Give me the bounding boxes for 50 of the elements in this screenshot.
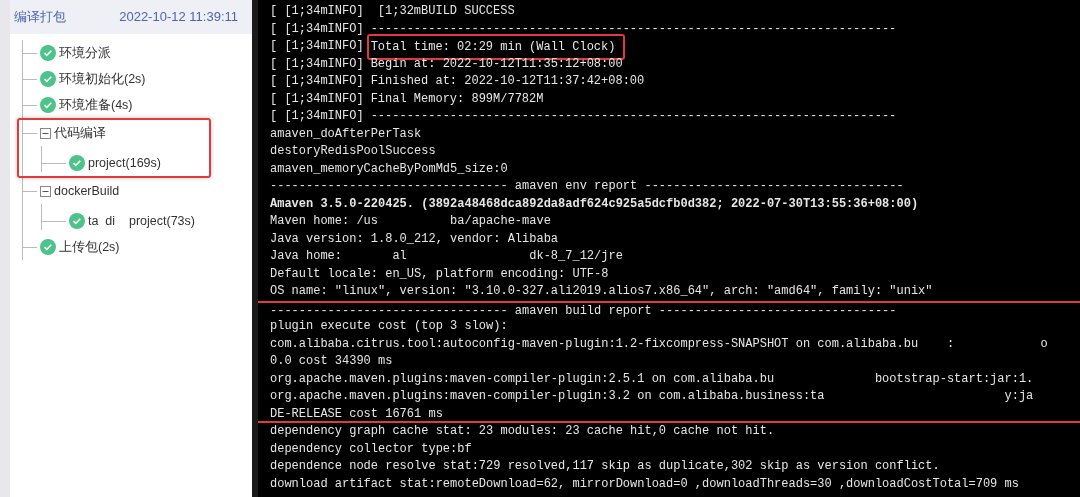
tree-item[interactable]: 环境准备(4s) bbox=[59, 95, 133, 115]
log-line: 0.0 cost 34390 ms bbox=[258, 353, 1080, 371]
log-line: Java home: al dk-8_7_12/jre bbox=[270, 248, 624, 265]
log-line: download artifact stat:remoteDownload=62, mirrorDownload=0 ,downloadThreads=30 ,downloadCostTotal=709 ms bbox=[270, 475, 1020, 493]
log-line: Finished at: 2022-10-12T11:37:42+08:00 bbox=[370, 73, 645, 90]
log-line: dependency collector type:bf bbox=[270, 440, 473, 458]
panel-title: 编译打包 bbox=[14, 8, 66, 27]
log-line: amaven_memoryCacheByPomMd5_size:0 bbox=[270, 160, 509, 178]
log-line: dependence node resolve stat:729 resolved,117 skip as duplicate,302 skip as version conflict. bbox=[270, 458, 941, 475]
collapse-icon[interactable] bbox=[40, 185, 51, 197]
log-line: plugin execute cost (top 3 slow): bbox=[258, 318, 1080, 336]
log-line: DE-RELEASE cost 16761 ms bbox=[258, 405, 1080, 423]
log-line: Amaven 3.5.0-220425. (3892a48468dca892da8adf624c925a5dcfb0d382; 2022-07-30T13:55:36+08:00) bbox=[270, 195, 920, 213]
log-prefix: [ [1;34mINFO] bbox=[270, 20, 364, 38]
log-line: com.alibaba.citrus.tool:autoconfig-maven-plugin:1.2-fixcompress-SNAPSHOT on com.alibaba.bu : o bbox=[258, 335, 1080, 353]
tree-item[interactable]: 环境初始化(2s) bbox=[59, 69, 146, 89]
log-prefix: [ [1;34mINFO] bbox=[270, 55, 364, 73]
log-line: Final Memory: 899M/7782M bbox=[370, 90, 544, 108]
tree-item[interactable]: ta di project(73s) bbox=[88, 211, 195, 231]
tree-item[interactable]: 代码编译 bbox=[54, 123, 106, 143]
check-circle-icon bbox=[69, 213, 85, 229]
log-line: org.apache.maven.plugins:maven-compiler-plugin:2.5.1 on com.alibaba.bu bootstrap-start:jar:1. bbox=[258, 370, 1080, 388]
log-line: org.apache.maven.plugins:maven-compiler-plugin:3.2 on com.alibaba.business:ta y:ja bbox=[258, 388, 1080, 406]
tree-item[interactable]: 环境分派 bbox=[59, 43, 111, 63]
log-line: Maven home: /us ba/apache-mave bbox=[270, 213, 552, 230]
log-line: ------------------------------------------------------------------------- bbox=[370, 108, 897, 125]
log-line: --------------------------------- amaven env report ------------------------------------ bbox=[270, 178, 905, 195]
check-circle-icon bbox=[40, 239, 56, 255]
check-circle-icon bbox=[40, 97, 56, 113]
log-line: dependency graph cache stat: 23 modules: 23 cache hit,0 cache not hit. bbox=[270, 423, 776, 440]
check-circle-icon bbox=[69, 155, 85, 171]
log-line: destoryRedisPoolSuccess bbox=[270, 143, 437, 160]
log-line: Default locale: en_US, platform encoding: UTF-8 bbox=[270, 265, 610, 283]
log-prefix: [ [1;34mINFO] bbox=[270, 90, 364, 108]
tree-item[interactable]: project(169s) bbox=[88, 153, 161, 173]
check-circle-icon bbox=[40, 45, 56, 61]
log-line: --------------------------------- amaven build report --------------------------------- bbox=[258, 300, 1080, 318]
log-line: [1;32mBUILD SUCCESS bbox=[376, 3, 515, 20]
log-prefix: [ [1;34mINFO] bbox=[270, 108, 364, 125]
log-prefix: [ [1;34mINFO] bbox=[270, 73, 364, 90]
log-line: Java version: 1.8.0_212, vendor: Alibaba bbox=[270, 230, 560, 248]
check-circle-icon bbox=[40, 71, 56, 87]
log-line: OS name: "linux", version: "3.10.0-327.ali2019.alios7.x86_64", arch: "amd64", family: "unix" bbox=[270, 283, 934, 300]
collapse-icon[interactable] bbox=[40, 127, 51, 139]
log-prefix: [ [1;34mINFO] bbox=[270, 38, 364, 55]
log-line: amaven_doAfterPerTask bbox=[270, 125, 423, 143]
timestamp: 2022-10-12 11:39:11 bbox=[119, 8, 238, 27]
tree-item[interactable]: dockerBuild bbox=[54, 181, 120, 201]
log-prefix: [ [1;34mINFO] bbox=[270, 3, 364, 20]
tree-item[interactable]: 上传包(2s) bbox=[59, 237, 120, 257]
